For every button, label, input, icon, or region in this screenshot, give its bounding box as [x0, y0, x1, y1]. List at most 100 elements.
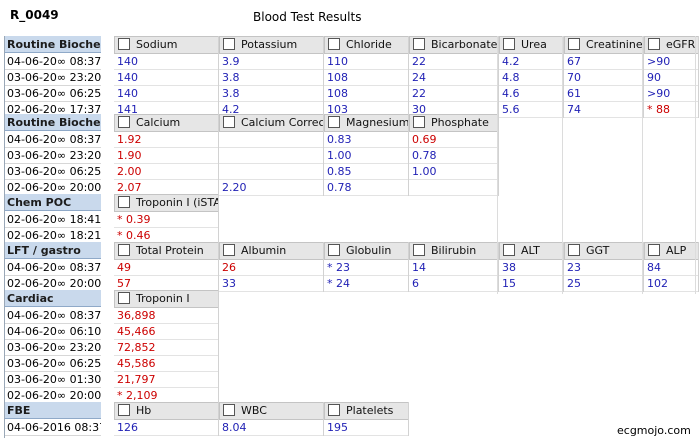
test-column-header[interactable]: Bilirubin	[409, 242, 499, 260]
test-column-header[interactable]: ALT	[499, 242, 564, 260]
row-datetime: 04-06-20∞ 08:37	[5, 261, 101, 276]
result-value: 140	[114, 86, 219, 102]
result-value: 23	[564, 260, 644, 276]
result-value: 108	[324, 70, 409, 86]
test-name: Potassium	[241, 38, 298, 51]
result-value: 45,466	[114, 324, 219, 340]
test-column-header[interactable]: ALP	[644, 242, 699, 260]
checkbox-icon[interactable]	[223, 404, 235, 416]
section-header: FBE	[5, 402, 101, 419]
row-datetime: 02-06-20∞ 18:41	[5, 213, 101, 228]
result-value: 4.8	[499, 70, 564, 86]
row-datetime: 03-06-20∞ 01:30	[5, 373, 101, 388]
checkbox-icon[interactable]	[328, 404, 340, 416]
result-value: >90	[644, 86, 699, 102]
result-value: * 88	[644, 102, 699, 118]
test-name: ALT	[521, 244, 540, 257]
result-value: 1.00	[409, 164, 499, 180]
test-name: Chloride	[346, 38, 392, 51]
row-datetime: 03-06-20∞ 23:20	[5, 341, 101, 356]
checkbox-icon[interactable]	[223, 38, 235, 50]
test-column-header[interactable]: Globulin	[324, 242, 409, 260]
footer-watermark: ecgmojo.com	[617, 424, 691, 437]
test-column-header[interactable]: GGT	[564, 242, 644, 260]
checkbox-icon[interactable]	[118, 116, 130, 128]
test-column-header[interactable]: Creatinine	[564, 36, 644, 54]
checkbox-icon[interactable]	[223, 116, 235, 128]
result-value: >90	[644, 54, 699, 70]
test-column-header[interactable]: eGFR	[644, 36, 699, 54]
result-value: 140	[114, 70, 219, 86]
checkbox-icon[interactable]	[648, 38, 660, 50]
test-name: Hb	[136, 404, 152, 417]
result-value: 2.00	[114, 164, 219, 180]
checkbox-icon[interactable]	[503, 38, 515, 50]
test-column-header[interactable]: Troponin I (iSTAT)	[114, 194, 219, 212]
test-column-header[interactable]: Platelets	[324, 402, 409, 420]
result-value: 15	[499, 276, 564, 292]
test-column-header[interactable]: Calcium Corrected	[219, 114, 324, 132]
test-column-header[interactable]: Magnesium	[324, 114, 409, 132]
test-name: Globulin	[346, 244, 392, 257]
row-datetime: 04-06-2016 08:37	[5, 421, 101, 436]
checkbox-icon[interactable]	[503, 244, 515, 256]
section-header: Routine Biochem	[5, 36, 101, 53]
test-column-header[interactable]: Hb	[114, 402, 219, 420]
result-value: 74	[564, 102, 644, 118]
checkbox-icon[interactable]	[118, 292, 130, 304]
result-value: 195	[324, 420, 409, 436]
checkbox-icon[interactable]	[413, 38, 425, 50]
result-value: 108	[324, 86, 409, 102]
test-column-header[interactable]: Sodium	[114, 36, 219, 54]
test-name: Bicarbonate	[431, 38, 498, 51]
result-value: 67	[564, 54, 644, 70]
section-header: LFT / gastro	[5, 242, 101, 259]
test-column-header[interactable]: Potassium	[219, 36, 324, 54]
checkbox-icon[interactable]	[568, 244, 580, 256]
test-name: Troponin I	[136, 292, 190, 305]
result-value: 14	[409, 260, 499, 276]
test-name: Platelets	[346, 404, 394, 417]
test-column-header[interactable]: Phosphate	[409, 114, 499, 132]
result-value: 90	[644, 70, 699, 86]
checkbox-icon[interactable]	[328, 116, 340, 128]
test-name: GGT	[586, 244, 610, 257]
checkbox-icon[interactable]	[118, 38, 130, 50]
result-value: 8.04	[219, 420, 324, 436]
result-value: * 24	[324, 276, 409, 292]
test-column-header[interactable]: Albumin	[219, 242, 324, 260]
checkbox-icon[interactable]	[413, 244, 425, 256]
result-value: 3.8	[219, 70, 324, 86]
test-column-header[interactable]: Calcium	[114, 114, 219, 132]
result-value: 22	[409, 86, 499, 102]
result-value: 1.90	[114, 148, 219, 164]
checkbox-icon[interactable]	[328, 244, 340, 256]
test-column-header[interactable]: WBC	[219, 402, 324, 420]
test-name: Creatinine	[586, 38, 643, 51]
checkbox-icon[interactable]	[568, 38, 580, 50]
test-column-header[interactable]: Chloride	[324, 36, 409, 54]
test-column-header[interactable]: Urea	[499, 36, 564, 54]
row-datetime: 03-06-20∞ 23:20	[5, 149, 101, 164]
checkbox-icon[interactable]	[223, 244, 235, 256]
test-column-header[interactable]: Total Protein	[114, 242, 219, 260]
checkbox-icon[interactable]	[648, 244, 660, 256]
result-value: 4.6	[499, 86, 564, 102]
test-name: WBC	[241, 404, 267, 417]
row-datetime: 04-06-20∞ 06:10	[5, 325, 101, 340]
result-value: 1.92	[114, 132, 219, 148]
checkbox-icon[interactable]	[118, 244, 130, 256]
row-datetime: 03-06-20∞ 06:25	[5, 87, 101, 102]
checkbox-icon[interactable]	[413, 116, 425, 128]
checkbox-icon[interactable]	[118, 404, 130, 416]
row-datetime: 03-06-20∞ 06:25	[5, 357, 101, 372]
test-column-header[interactable]: Troponin I	[114, 290, 219, 308]
result-value: 21,797	[114, 372, 219, 388]
test-name: eGFR	[666, 38, 696, 51]
column-divider	[218, 290, 219, 404]
checkbox-icon[interactable]	[118, 196, 130, 208]
test-column-header[interactable]: Bicarbonate	[409, 36, 499, 54]
checkbox-icon[interactable]	[328, 38, 340, 50]
result-value: 5.6	[499, 102, 564, 118]
result-value: 45,586	[114, 356, 219, 372]
